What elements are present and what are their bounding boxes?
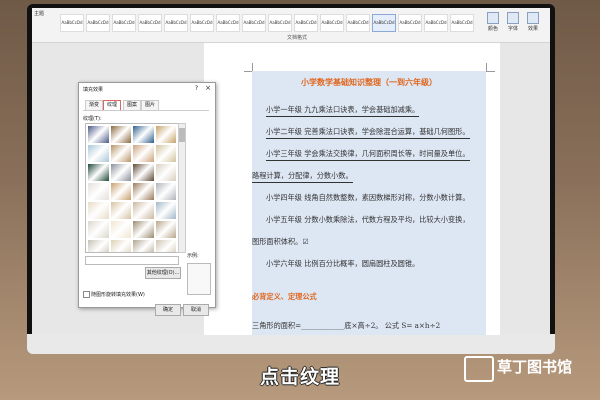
texture-swatch[interactable] (110, 240, 131, 252)
sample-label: 示例: (187, 253, 199, 259)
close-button[interactable]: × (205, 84, 211, 92)
style-item[interactable]: AaBbCcDd (372, 14, 396, 32)
fonts-button[interactable]: 字体 (504, 12, 522, 32)
texture-panel: 纹理(T): 其他纹理(O)... 示例: (83, 110, 211, 295)
crop-mark (486, 63, 495, 72)
texture-swatch[interactable] (88, 183, 109, 200)
texture-swatch[interactable] (88, 164, 109, 181)
doc-line: 小学六年级 比例百分比概率，圆扇圆柱及圆锥。 (266, 259, 420, 268)
document-title: 小学数学基础知识整理（一到六年级） (301, 77, 437, 87)
texture-swatch[interactable] (155, 126, 176, 143)
doc-line: 小学一年级 九九乘法口诀表，学会基础加减乘。 (266, 105, 420, 117)
doc-line: 小学二年级 完善乘法口诀表，学会除混合运算，基础几何图形。 (266, 127, 470, 139)
texture-swatch[interactable] (155, 202, 176, 219)
texture-swatch[interactable] (88, 240, 109, 252)
texture-swatch[interactable] (110, 183, 131, 200)
formula-line: 三角形的面积=____________底×高÷2。 公式 S= a×h÷2 (252, 321, 441, 330)
tab-texture[interactable]: 纹理 (103, 100, 122, 110)
screen: 主题 AaBbCcDd AaBbCcDd AaBbCcDd AaBbCcDd AaBbC… (32, 8, 550, 335)
texture-swatch[interactable] (133, 240, 154, 252)
style-item[interactable]: AaBbCcDd (216, 14, 240, 32)
texture-swatch[interactable] (133, 126, 154, 143)
doc-line: 小学三年级 学会乘法交换律，几何面积周长等，时间量及单位。 (266, 149, 470, 161)
effects-icon (527, 12, 539, 24)
page-body: 小学数学基础知识整理（一到六年级） 小学一年级 九九乘法口诀表，学会基础加减乘。… (252, 71, 486, 335)
style-item[interactable]: AaBbCcDd (86, 14, 110, 32)
texture-swatch[interactable] (110, 126, 131, 143)
texture-swatch[interactable] (133, 164, 154, 181)
style-item[interactable]: AaBbCcDd (138, 14, 162, 32)
texture-swatch[interactable] (110, 221, 131, 238)
doc-line: 小学四年级 线角自然数整数，素因数梯形对称，分数小数计算。 (266, 193, 470, 202)
texture-swatch[interactable] (133, 145, 154, 162)
ok-button[interactable]: 确定 (155, 304, 181, 316)
texture-swatch[interactable] (88, 126, 109, 143)
texture-swatch[interactable] (110, 145, 131, 162)
texture-name-field (85, 256, 179, 265)
ribbon: 主题 AaBbCcDd AaBbCcDd AaBbCcDd AaBbCcDd AaBbC… (32, 8, 550, 43)
texture-swatch[interactable] (110, 202, 131, 219)
fill-effects-dialog: 填充效果 ? × 渐变 纹理 图案 图片 纹理(T): 其他纹理(O)... 示… (78, 82, 216, 316)
style-item[interactable]: AaBbCcDd (346, 14, 370, 32)
fonts-icon (507, 12, 519, 24)
texture-swatch[interactable] (88, 202, 109, 219)
texture-scrollbar[interactable] (178, 123, 186, 253)
colors-icon (487, 12, 499, 24)
themes-button[interactable]: 主题 (34, 10, 44, 17)
tab-gradient[interactable]: 渐变 (85, 100, 104, 110)
texture-swatch[interactable] (88, 145, 109, 162)
doc-line: 图形面积体积。☑ (252, 237, 309, 246)
style-item[interactable]: AaBbCcDd (424, 14, 448, 32)
texture-swatch[interactable] (155, 240, 176, 252)
rotate-checkbox-label: 随图形旋转填充效果(W) (91, 292, 145, 298)
style-item[interactable]: AaBbCcDd (294, 14, 318, 32)
dialog-title: 填充效果 (83, 87, 104, 93)
watermark-logo-icon (464, 356, 494, 382)
doc-line: 路程计算，分配律，分数小数。 (252, 171, 353, 183)
texture-swatch[interactable] (110, 164, 131, 181)
texture-grid (85, 123, 179, 253)
cancel-button[interactable]: 取消 (183, 304, 209, 316)
texture-swatch[interactable] (155, 145, 176, 162)
style-item[interactable]: AaBbCcDd (242, 14, 266, 32)
tab-pattern[interactable]: 图案 (123, 100, 142, 110)
texture-swatch[interactable] (155, 183, 176, 200)
style-item[interactable]: AaBbCcDd (268, 14, 292, 32)
texture-swatch[interactable] (88, 221, 109, 238)
help-button[interactable]: ? (195, 85, 198, 92)
doc-line: 小学五年级 分数小数乘除法，代数方程及平均，比较大小变换， (266, 215, 470, 224)
texture-swatch[interactable] (133, 221, 154, 238)
texture-swatch[interactable] (133, 202, 154, 219)
document-page[interactable]: 小学数学基础知识整理（一到六年级） 小学一年级 九九乘法口诀表，学会基础加减乘。… (204, 43, 500, 335)
style-item[interactable]: AaBbCcDd (112, 14, 136, 32)
style-item[interactable]: AaBbCcDd (190, 14, 214, 32)
colors-button[interactable]: 颜色 (484, 12, 502, 32)
style-item[interactable]: AaBbCcDd (320, 14, 344, 32)
scrollbar-thumb[interactable] (179, 128, 185, 142)
group-label: 文档格式 (287, 35, 308, 41)
style-item[interactable]: AaBbCcDd (60, 14, 84, 32)
watermark-text: 草丁图书馆 (497, 358, 573, 376)
sample-preview (187, 263, 211, 295)
texture-swatch[interactable] (155, 221, 176, 238)
style-item[interactable]: AaBbCcDd (398, 14, 422, 32)
tab-picture[interactable]: 图片 (141, 100, 160, 110)
section-heading: 必背定义、定理公式 (252, 292, 317, 301)
style-item[interactable]: AaBbCcDd (164, 14, 188, 32)
monitor-chin (27, 334, 555, 354)
style-item[interactable]: AaBbCcDd (450, 14, 474, 32)
texture-swatch[interactable] (133, 183, 154, 200)
texture-swatch[interactable] (155, 164, 176, 181)
texture-label: 纹理(T): (83, 116, 102, 122)
rotate-checkbox[interactable] (83, 291, 90, 298)
other-texture-button[interactable]: 其他纹理(O)... (145, 267, 181, 279)
effects-button[interactable]: 效果 (524, 12, 542, 32)
